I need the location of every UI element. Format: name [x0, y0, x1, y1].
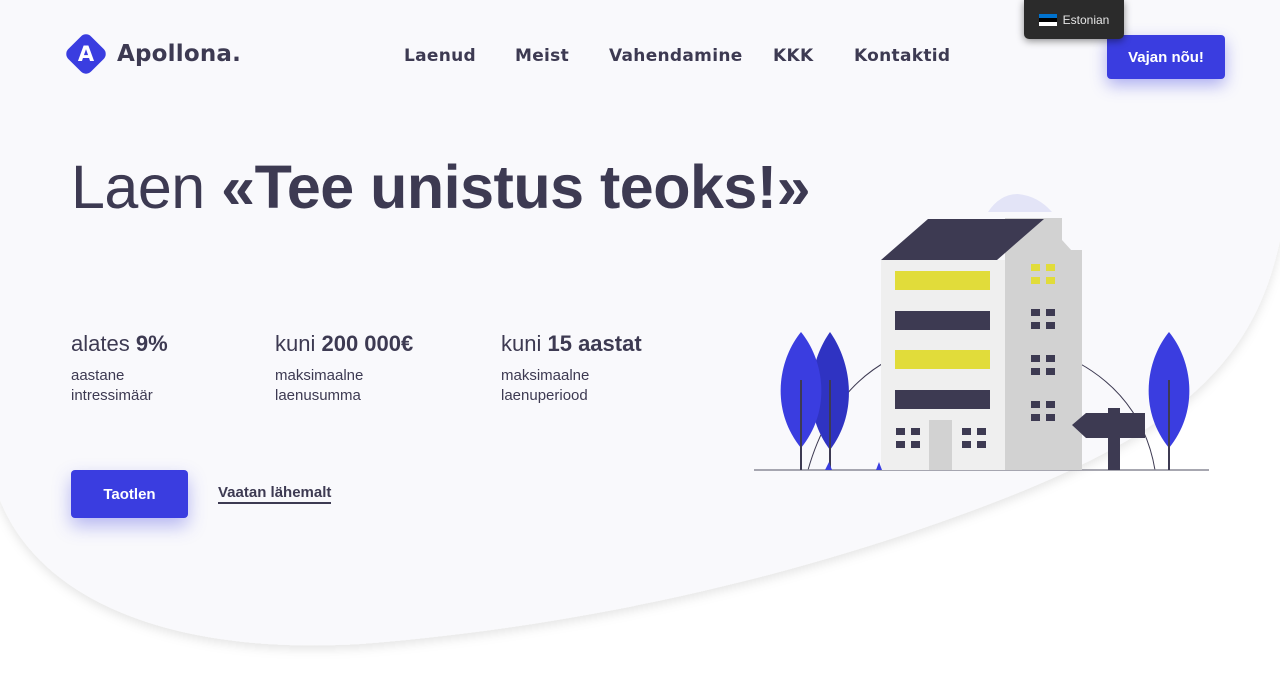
stat-value: 15 aastat: [547, 331, 642, 356]
language-label: Estonian: [1062, 12, 1110, 27]
apartment-building-illustration: [754, 194, 1209, 471]
nav-item-vahendamine[interactable]: Vahendamine: [609, 46, 743, 66]
nav-item-kontaktid[interactable]: Kontaktid: [854, 46, 950, 66]
stat-amount: kuni 200 000€ maksimaalne laenusumma: [275, 331, 413, 406]
stat-desc: intressimäär: [71, 387, 153, 404]
page-title: Laen «Tee unistus teoks!»: [71, 150, 811, 225]
estonia-flag-icon: [1038, 13, 1057, 26]
stat-desc: aastane: [71, 367, 125, 384]
stat-value: 200 000€: [321, 331, 414, 356]
stat-value: 9%: [135, 331, 168, 356]
logo[interactable]: A Apollona.: [62, 30, 241, 78]
nav-item-meist[interactable]: Meist: [515, 46, 569, 66]
learn-more-link[interactable]: Vaatan lähemalt: [218, 484, 332, 504]
title-light: Laen: [71, 153, 222, 221]
stat-desc: maksimaalne: [501, 367, 590, 384]
stat-interest: alates 9% aastane intressimäär: [71, 331, 168, 406]
title-bold: «Tee unistus teoks!»: [221, 153, 811, 221]
stat-desc: maksimaalne: [275, 367, 364, 384]
nav-item-laenud[interactable]: Laenud: [404, 46, 476, 66]
stat-prefix: kuni: [501, 331, 548, 356]
logo-mark-icon: A: [66, 34, 106, 74]
stat-period: kuni 15 aastat maksimaalne laenuperiood: [501, 331, 642, 406]
stat-desc: laenusumma: [275, 387, 361, 404]
logo-letter: A: [78, 42, 95, 66]
stat-prefix: kuni: [275, 331, 322, 356]
nav-item-kkk[interactable]: KKK: [773, 46, 813, 66]
stat-prefix: alates: [71, 331, 136, 356]
apply-button[interactable]: Taotlen: [71, 470, 188, 518]
stat-desc: laenuperiood: [501, 387, 588, 404]
language-switcher[interactable]: Estonian: [1024, 0, 1124, 39]
consult-button[interactable]: Vajan nõu!: [1107, 35, 1225, 79]
logo-text: Apollona.: [117, 41, 242, 67]
